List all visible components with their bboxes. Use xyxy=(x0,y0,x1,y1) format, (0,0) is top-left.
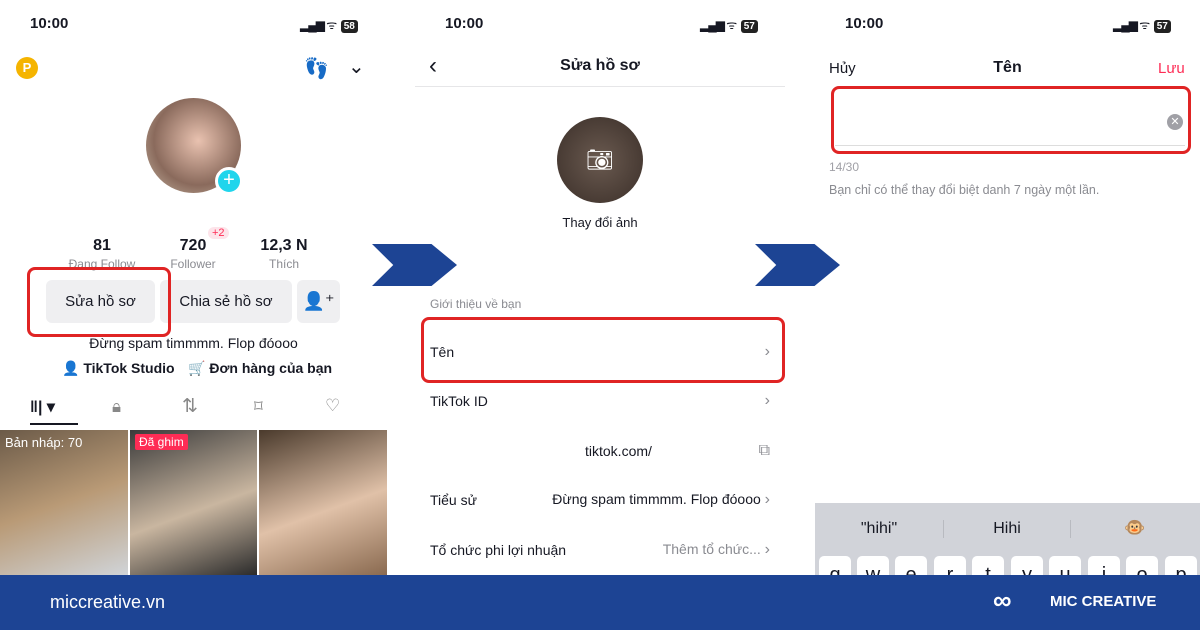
key-o[interactable]: o xyxy=(1126,556,1158,575)
highlight-box xyxy=(831,86,1191,154)
highlight-box xyxy=(27,267,171,337)
suggestion[interactable]: "hihi" xyxy=(815,520,943,538)
name-edit-screen: 10:00 ▂▄▆ ᯤ 57 Hủy Tên Lưu ✕ 14/30 Bạn c… xyxy=(815,0,1200,575)
camera-icon[interactable]: 📷︎ xyxy=(557,117,643,203)
lock-icon[interactable]: 🔒︎ xyxy=(112,397,121,417)
tab-videos[interactable]: ‖| ▾ xyxy=(30,397,78,425)
key-e[interactable]: e xyxy=(895,556,927,575)
chevron-right-icon: › xyxy=(764,491,770,508)
chevron-right-icon: › xyxy=(764,541,770,558)
save-button[interactable]: Lưu xyxy=(1158,60,1185,77)
footer-brand: MIC CREATIVE xyxy=(1050,593,1157,610)
key-i[interactable]: i xyxy=(1088,556,1120,575)
add-avatar-icon[interactable]: + xyxy=(215,167,243,195)
add-friend-icon[interactable]: 👤⁺ xyxy=(297,280,340,323)
page-title: Sửa hồ sơ xyxy=(560,57,640,74)
footprints-icon[interactable]: 👣 xyxy=(304,56,329,81)
highlight-box xyxy=(421,317,785,383)
status-icons: ▂▄▆ ᯤ 58 xyxy=(300,16,358,34)
row-link[interactable]: tiktok.com/⧉ xyxy=(430,442,770,460)
hint-text: Bạn chỉ có thể thay đổi biệt danh 7 ngày… xyxy=(829,183,1100,197)
section-label: Giới thiệu về bạn xyxy=(430,297,522,311)
key-p[interactable]: p xyxy=(1165,556,1197,575)
edit-profile-screen: 10:00 ▂▄▆ ᯤ 57 ‹ Sửa hồ sơ 📷︎ Thay đổi ả… xyxy=(415,0,785,575)
footer-site: miccreative.vn xyxy=(50,592,166,612)
row-bio[interactable]: Tiểu sử Đừng spam timmmm. Flop đóooo › xyxy=(430,491,770,509)
key-w[interactable]: w xyxy=(857,556,889,575)
share-profile-button[interactable]: Chia sẻ hồ sơ xyxy=(160,280,292,323)
row-tiktok-id[interactable]: TikTok ID › xyxy=(430,392,770,410)
key-y[interactable]: y xyxy=(1011,556,1043,575)
repost-icon[interactable]: ⇅ xyxy=(182,395,198,418)
chevron-down-icon[interactable]: ⌄ xyxy=(348,54,365,79)
bio: Đừng spam timmmm. Flop đóooo xyxy=(89,335,298,351)
coin-icon[interactable]: P xyxy=(16,57,38,79)
status-time: 10:00 xyxy=(445,15,484,32)
cart-icon: 🛒 xyxy=(188,360,206,376)
stat-likes[interactable]: 12,3 N Thích xyxy=(239,237,329,273)
follower-badge: +2 xyxy=(208,227,229,239)
change-photo-link[interactable]: Thay đổi ảnh xyxy=(415,215,785,230)
profile-screen: 10:00 ▂▄▆ ᯤ 58 P 👣 ⌄ + 81 Đang Follow 720… xyxy=(0,0,387,575)
key-t[interactable]: t xyxy=(972,556,1004,575)
char-counter: 14/30 xyxy=(829,160,860,174)
divider xyxy=(415,86,785,87)
key-u[interactable]: u xyxy=(1049,556,1081,575)
status-time: 10:00 xyxy=(30,15,69,32)
video-thumbnail[interactable] xyxy=(259,430,387,575)
orders-link[interactable]: 🛒 Đơn hàng của bạn xyxy=(188,360,332,377)
footer-banner: miccreative.vn ∞ MIC CREATIVE xyxy=(0,575,1200,630)
page-title: Tên xyxy=(993,59,1022,76)
draft-thumbnail[interactable]: Bản nháp: 70 xyxy=(0,430,128,575)
tiktok-studio-link[interactable]: 👤 TikTok Studio xyxy=(62,360,175,377)
copy-icon: ⧉ xyxy=(758,442,770,459)
status-icons: ▂▄▆ ᯤ 57 xyxy=(1113,16,1171,34)
suggestion[interactable]: Hihi xyxy=(943,520,1071,538)
status-time: 10:00 xyxy=(845,15,884,32)
bookmark-icon[interactable]: ⌑ xyxy=(254,397,263,417)
row-nonprofit[interactable]: Tổ chức phi lợi nhuận Thêm tổ chức... › xyxy=(430,541,770,559)
key-r[interactable]: r xyxy=(934,556,966,575)
mic-logo-icon: ∞ xyxy=(993,585,1012,615)
studio-icon: 👤 xyxy=(62,360,80,376)
chevron-right-icon: › xyxy=(764,392,770,409)
heart-hidden-icon[interactable]: ♡ xyxy=(325,396,340,416)
status-icons: ▂▄▆ ᯤ 57 xyxy=(700,16,758,34)
key-q[interactable]: q xyxy=(819,556,851,575)
pinned-thumbnail[interactable]: Đã ghim xyxy=(130,430,257,575)
suggestion-emoji[interactable]: 🐵 xyxy=(1071,518,1199,538)
